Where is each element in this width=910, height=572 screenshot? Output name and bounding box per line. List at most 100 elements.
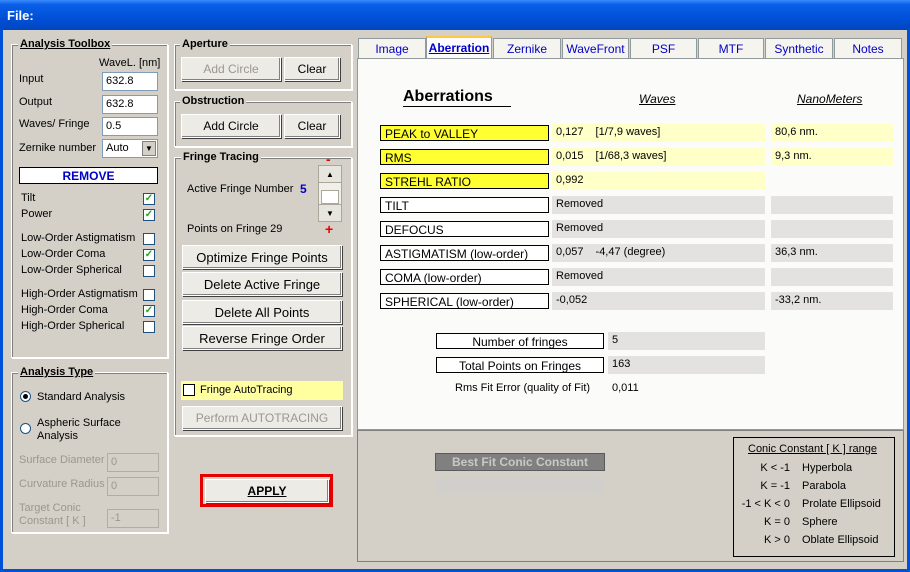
rms-fit-error-value: 0,011 xyxy=(612,382,639,394)
aspheric-analysis-label-2: Analysis xyxy=(37,430,78,442)
term-checkbox[interactable] xyxy=(143,265,155,277)
analysis-type-title: Analysis Type xyxy=(18,366,96,378)
aberration-waves-text: 0,057 xyxy=(556,246,584,258)
aberration-row-label: ASTIGMATISM (low-order) xyxy=(380,245,549,261)
term-checkbox[interactable] xyxy=(143,233,155,245)
zernike-number-value: Auto xyxy=(106,142,129,154)
scroll-down-arrow-icon[interactable]: ▼ xyxy=(319,204,341,221)
surface-diameter-label: Surface Diameter xyxy=(19,454,105,466)
reverse-fringe-order-button[interactable]: Reverse Fringe Order xyxy=(182,326,342,350)
conic-legend-name: Oblate Ellipsoid xyxy=(802,534,879,546)
aberration-row-label: STREHL RATIO xyxy=(380,173,549,189)
conic-legend-name: Sphere xyxy=(802,516,838,528)
aberration-waves-text: -0,052 xyxy=(556,294,588,306)
term-checkbox[interactable] xyxy=(143,289,155,301)
scroll-thumb[interactable] xyxy=(321,190,339,204)
points-on-fringe-label: Points on Fringe 29 xyxy=(187,223,283,235)
tab-zernike[interactable]: Zernike xyxy=(493,38,561,58)
tab-wavefront[interactable]: WaveFront xyxy=(562,38,629,58)
aberration-nm-value: 9,3 nm. xyxy=(771,148,893,166)
aberration-extra-text: [1/7,9 waves] xyxy=(595,126,661,138)
waves-fringe-label: Waves/ Fringe xyxy=(19,118,90,130)
aberration-waves-value: 0,015 [1/68,3 waves] xyxy=(552,148,765,166)
window-title: File: xyxy=(7,8,34,23)
waves-fringe-field[interactable]: 0.5 xyxy=(102,117,158,136)
aberration-waves-value: Removed xyxy=(552,268,765,286)
fringe-autotracing-label: Fringe AutoTracing xyxy=(200,384,293,396)
aberration-nm-value: -33,2 nm. xyxy=(771,292,893,310)
chevron-down-icon[interactable]: ▼ xyxy=(142,141,156,156)
fringe-scrollbar[interactable]: ▲ ▼ xyxy=(318,165,342,222)
aberration-waves-value: Removed xyxy=(552,220,765,238)
aberration-waves-value: 0,057 -4,47 (degree) xyxy=(552,244,765,262)
delete-all-points-button[interactable]: Delete All Points xyxy=(182,300,342,324)
fringe-autotracing-checkbox[interactable] xyxy=(183,384,195,396)
delete-active-fringe-button[interactable]: Delete Active Fringe xyxy=(182,272,342,296)
term-label: High-Order Spherical xyxy=(21,320,125,332)
term-checkbox[interactable]: ✓ xyxy=(143,305,155,317)
best-fit-conic-label: Best Fit Conic Constant xyxy=(435,453,605,471)
zernike-number-select[interactable]: Auto ▼ xyxy=(102,139,158,158)
obstruction-add-circle-button[interactable]: Add Circle xyxy=(181,114,281,138)
term-checkbox[interactable] xyxy=(143,321,155,333)
aberration-row-label: DEFOCUS xyxy=(380,221,549,237)
standard-analysis-label: Standard Analysis xyxy=(37,391,126,403)
term-label: Power xyxy=(21,208,53,220)
number-of-fringes-value: 5 xyxy=(608,332,765,350)
input-label: Input xyxy=(19,73,44,85)
wavel-header: WaveL. [nm] xyxy=(99,57,161,69)
total-points-label: Total Points on Fringes xyxy=(436,357,604,373)
tab-mtf[interactable]: MTF xyxy=(698,38,764,58)
remove-header: REMOVE xyxy=(19,167,158,184)
curvature-radius-label: Curvature Radius xyxy=(19,478,105,490)
optimize-fringe-points-button[interactable]: Optimize Fringe Points xyxy=(182,245,342,269)
conic-legend-condition: -1 < K < 0 xyxy=(741,498,790,510)
apply-button[interactable]: APPLY xyxy=(205,479,329,503)
analysis-toolbox-title: Analysis Toolbox xyxy=(18,38,113,50)
tab-image[interactable]: Image xyxy=(358,38,426,58)
aspheric-analysis-radio[interactable] xyxy=(20,423,31,434)
term-label: High-Order Astigmatism xyxy=(21,288,138,300)
input-wavelength-field[interactable]: 632.8 xyxy=(102,72,158,91)
term-checkbox[interactable]: ✓ xyxy=(143,249,155,261)
tab-psf[interactable]: PSF xyxy=(630,38,697,58)
obstruction-clear-button[interactable]: Clear xyxy=(284,114,340,138)
conic-legend-condition: K = -1 xyxy=(760,480,790,492)
term-checkbox[interactable]: ✓ xyxy=(143,209,155,221)
term-checkbox[interactable]: ✓ xyxy=(143,193,155,205)
aberration-nm-value xyxy=(771,196,893,214)
term-label: High-Order Coma xyxy=(21,304,108,316)
curvature-radius-field[interactable]: 0 xyxy=(107,477,159,496)
output-wavelength-field[interactable]: 632.8 xyxy=(102,95,158,114)
plus-indicator: + xyxy=(325,221,334,237)
total-points-value: 163 xyxy=(608,356,765,374)
aperture-clear-button[interactable]: Clear xyxy=(284,57,340,81)
scroll-up-arrow-icon[interactable]: ▲ xyxy=(319,166,341,183)
surface-diameter-field[interactable]: 0 xyxy=(107,453,159,472)
aberration-row-label: SPHERICAL (low-order) xyxy=(380,293,549,309)
number-of-fringes-label: Number of fringes xyxy=(436,333,604,349)
aberration-waves-text: 0,992 xyxy=(556,174,584,186)
tab-synthetic[interactable]: Synthetic xyxy=(765,38,833,58)
conic-legend-condition: K = 0 xyxy=(764,516,790,528)
aperture-add-circle-button[interactable]: Add Circle xyxy=(181,57,281,81)
tab-aberration[interactable]: Aberration xyxy=(426,36,492,58)
target-conic-field[interactable]: -1 xyxy=(107,509,159,528)
aberration-nm-value: 80,6 nm. xyxy=(771,124,893,142)
conic-legend-title: Conic Constant [ K ] range xyxy=(748,443,878,455)
aberration-waves-text: Removed xyxy=(556,270,604,282)
aberration-nm-value xyxy=(771,220,893,238)
waves-column-header: Waves xyxy=(639,92,676,106)
active-fringe-label: Active Fringe Number xyxy=(187,183,294,195)
tab-notes[interactable]: Notes xyxy=(834,38,902,58)
perform-autotracing-button[interactable]: Perform AUTOTRACING xyxy=(182,406,342,430)
aberration-waves-text: 0,127 xyxy=(556,126,584,138)
fringe-autotracing-row[interactable]: Fringe AutoTracing xyxy=(181,381,343,400)
aberration-waves-value: -0,052 xyxy=(552,292,765,310)
conic-legend-name: Parabola xyxy=(802,480,847,492)
conic-legend-name: Prolate Ellipsoid xyxy=(802,498,881,510)
standard-analysis-radio[interactable] xyxy=(20,391,31,402)
term-label: Tilt xyxy=(21,192,36,204)
nanometers-column-header: NanoMeters xyxy=(797,92,863,106)
aperture-title: Aperture xyxy=(180,38,230,50)
